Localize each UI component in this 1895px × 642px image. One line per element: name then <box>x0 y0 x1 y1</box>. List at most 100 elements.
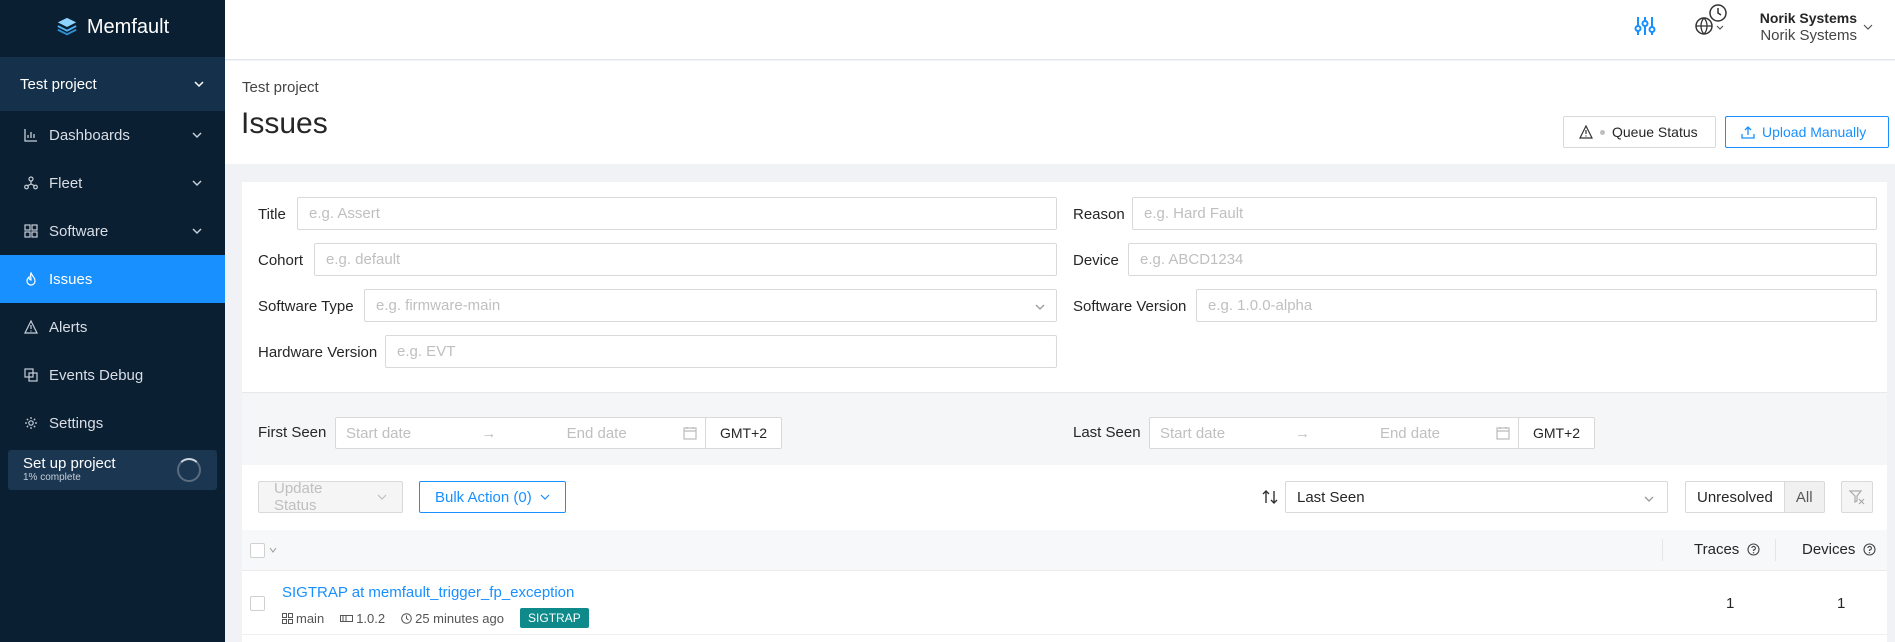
setup-project-card[interactable]: Set up project 1% complete <box>8 450 217 490</box>
upload-manually-button[interactable]: Upload Manually <box>1725 116 1889 148</box>
time-meta: 25 minutes ago <box>401 611 504 626</box>
sidebar-item-label: Dashboards <box>49 126 130 144</box>
select-all-checkbox[interactable] <box>250 543 265 558</box>
last-seen-timezone[interactable]: GMT+2 <box>1518 417 1596 449</box>
end-date-placeholder: End date <box>1379 424 1441 442</box>
title-filter-input[interactable]: e.g. Assert <box>297 197 1057 230</box>
chevron-down-icon <box>1644 496 1654 502</box>
settings-sliders-icon[interactable] <box>1633 14 1657 38</box>
placeholder: e.g. EVT <box>397 343 456 360</box>
bulk-action-button[interactable]: Bulk Action (0) <box>419 481 566 513</box>
table-row[interactable]: SIGTRAP at memfault_trigger_fp_exception… <box>242 571 1887 635</box>
software-type-meta: main <box>282 611 324 626</box>
breadcrumb[interactable]: Test project <box>242 79 319 96</box>
org-name: Norik Systems <box>1759 10 1857 26</box>
first-seen-timezone[interactable]: GMT+2 <box>705 417 783 449</box>
software-version-filter-label: Software Version <box>1073 298 1187 315</box>
chevron-down-icon <box>194 81 204 88</box>
bulk-action-label: Bulk Action (0) <box>435 488 532 506</box>
version-meta: 1.0.2 <box>340 611 385 626</box>
org-switcher[interactable]: Norik Systems Norik Systems <box>1760 10 1857 44</box>
gear-icon <box>24 416 38 430</box>
flame-icon <box>24 272 38 286</box>
hardware-version-filter-label: Hardware Version <box>258 344 378 361</box>
page-header: Test project Issues Queue Status Upload … <box>225 61 1895 164</box>
issue-title-link[interactable]: SIGTRAP at memfault_trigger_fp_exception <box>282 584 574 601</box>
filter-clear-icon <box>1849 490 1865 505</box>
chevron-down-icon[interactable] <box>1863 22 1873 32</box>
last-seen-range-picker[interactable]: Start date → End date <box>1149 417 1521 449</box>
traces-column-header[interactable]: Traces <box>1694 541 1760 558</box>
sidebar-item-software[interactable]: Software <box>0 207 225 255</box>
table-header: Traces Devices <box>242 530 1887 571</box>
column-divider <box>1662 539 1663 561</box>
sidebar-item-dashboards[interactable]: Dashboards <box>0 111 225 159</box>
row-checkbox[interactable] <box>250 596 265 611</box>
version-tag-icon <box>340 614 354 622</box>
first-seen-label: First Seen <box>258 424 327 441</box>
sort-by-select[interactable]: Last Seen <box>1285 481 1668 513</box>
first-seen-range-picker[interactable]: Start date → End date <box>335 417 708 449</box>
grid-icon <box>282 612 293 624</box>
placeholder: e.g. ABCD1234 <box>1140 251 1244 268</box>
sidebar-item-settings[interactable]: Settings <box>0 399 225 447</box>
chart-icon <box>24 128 38 142</box>
sidebar-item-label: Alerts <box>49 318 88 336</box>
sidebar-item-label: Fleet <box>49 174 83 192</box>
software-version-input[interactable]: e.g. 1.0.0-alpha <box>1196 289 1877 322</box>
alert-icon <box>24 320 38 334</box>
sidebar-item-fleet[interactable]: Fleet <box>0 159 225 207</box>
segment-unresolved[interactable]: Unresolved <box>1686 482 1784 512</box>
calendar-icon <box>1496 427 1510 440</box>
page-title: Issues <box>241 107 328 140</box>
clear-filters-button[interactable] <box>1841 481 1873 513</box>
globe-clock-icon[interactable] <box>1693 2 1729 38</box>
sidebar-item-events-debug[interactable]: Events Debug <box>0 351 225 399</box>
sidebar-item-issues[interactable]: Issues <box>0 255 225 303</box>
sidebar-item-alerts[interactable]: Alerts <box>0 303 225 351</box>
org-subname: Norik Systems <box>1760 27 1857 44</box>
segment-all[interactable]: All <box>1783 482 1824 512</box>
device-filter-input[interactable]: e.g. ABCD1234 <box>1128 243 1877 276</box>
help-icon[interactable] <box>1863 543 1876 556</box>
column-divider <box>1775 539 1776 561</box>
chevron-down-icon[interactable] <box>269 546 277 554</box>
issue-meta: main 1.0.2 25 minutes ago SIGTRAP <box>282 608 589 628</box>
end-date-placeholder: End date <box>566 424 627 442</box>
sort-value: Last Seen <box>1297 488 1365 506</box>
help-icon[interactable] <box>1747 543 1760 556</box>
cohort-filter-label: Cohort <box>258 252 304 269</box>
debug-icon <box>24 368 38 382</box>
devices-count: 1 <box>1837 595 1846 612</box>
queue-status-label: Queue Status <box>1612 124 1698 140</box>
software-type-filter-label: Software Type <box>258 298 354 315</box>
upload-icon <box>1741 126 1755 139</box>
software-type-select[interactable]: e.g. firmware-main <box>364 289 1057 322</box>
fleet-icon <box>24 176 38 190</box>
traces-count: 1 <box>1726 595 1735 612</box>
chevron-down-icon <box>540 494 550 500</box>
chevron-down-icon <box>192 180 202 187</box>
devices-column-header[interactable]: Devices <box>1802 541 1876 558</box>
chevron-down-icon <box>1035 304 1045 310</box>
reason-tag: SIGTRAP <box>520 608 589 628</box>
queue-status-button[interactable]: Queue Status <box>1563 116 1716 148</box>
sort-toggle-icon[interactable] <box>1262 489 1278 505</box>
sidebar-item-label: Software <box>49 222 109 240</box>
project-name: Test project <box>20 75 97 93</box>
brand-logo[interactable]: Memfault <box>0 0 225 54</box>
reason-filter-input[interactable]: e.g. Hard Fault <box>1132 197 1877 230</box>
hardware-version-input[interactable]: e.g. EVT <box>385 335 1057 368</box>
cohort-filter-input[interactable]: e.g. default <box>314 243 1057 276</box>
sidebar-item-label: Issues <box>49 270 93 288</box>
placeholder: e.g. firmware-main <box>376 297 501 314</box>
grid-icon <box>24 224 38 238</box>
project-selector[interactable]: Test project <box>0 57 225 111</box>
placeholder: e.g. Assert <box>309 205 380 222</box>
placeholder: e.g. Hard Fault <box>1144 205 1244 222</box>
sidebar-item-label: Events Debug <box>49 366 144 384</box>
update-status-button[interactable]: Update Status <box>258 480 403 514</box>
sidebar-item-label: Settings <box>49 414 104 432</box>
status-segmented-control: Unresolved All <box>1685 481 1825 513</box>
upload-label: Upload Manually <box>1762 124 1867 140</box>
